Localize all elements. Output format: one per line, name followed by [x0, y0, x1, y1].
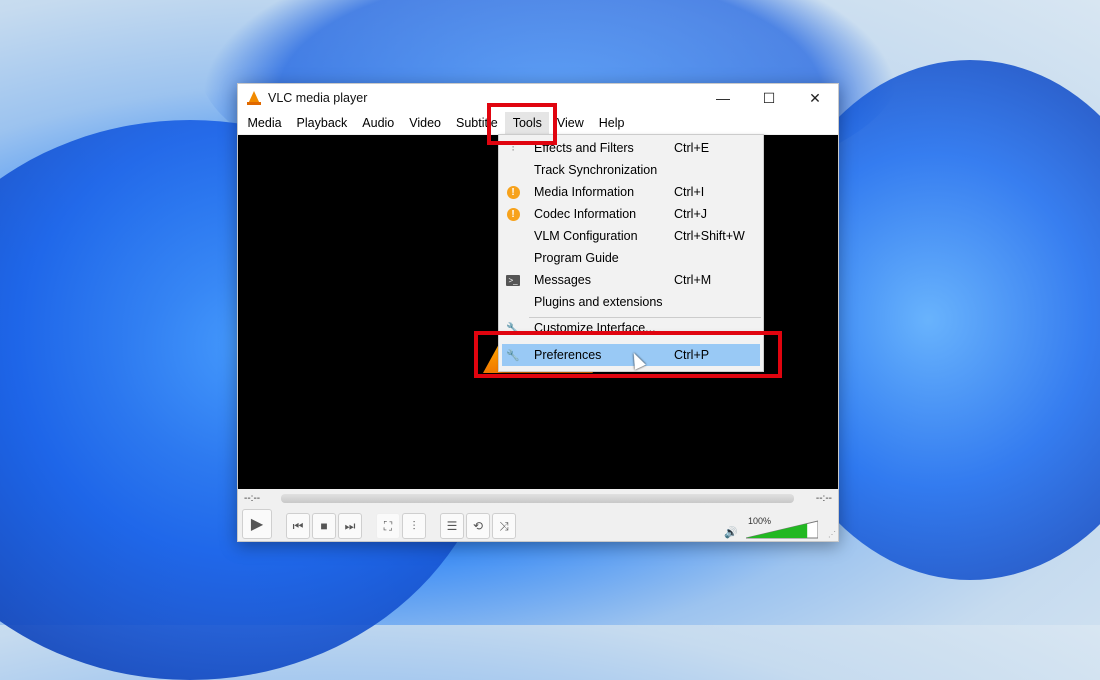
shuffle-button[interactable]: ⤨	[492, 513, 516, 539]
menu-help[interactable]: Help	[591, 112, 632, 134]
info-icon: !	[505, 206, 521, 222]
menu-separator	[529, 317, 761, 318]
extended-settings-button[interactable]: ⫶	[402, 513, 426, 539]
menu-item-messages[interactable]: >_ Messages Ctrl+M	[499, 269, 763, 291]
minimize-button[interactable]: —	[700, 84, 746, 112]
maximize-button[interactable]: ☐	[746, 84, 792, 112]
equalizer-icon: ⫶	[412, 518, 416, 533]
menu-item-vlm-configuration[interactable]: VLM Configuration Ctrl+Shift+W	[499, 225, 763, 247]
elapsed-time: --:--	[244, 493, 261, 504]
control-bar: --:-- --:-- ▶ ⏮ ■ ⏭ ⛶ ⫶ ☰ ⟲ ⤨ 🔊 100% ⋰	[238, 489, 838, 541]
playlist-button[interactable]: ☰	[440, 513, 464, 539]
close-button[interactable]: ✕	[792, 84, 838, 112]
speaker-icon[interactable]: 🔊	[724, 526, 738, 539]
resize-grip[interactable]: ⋰	[828, 530, 836, 539]
info-icon: !	[505, 184, 521, 200]
stop-icon: ■	[320, 519, 328, 533]
tools-highlight-box	[487, 103, 557, 145]
play-button[interactable]: ▶	[242, 509, 272, 539]
menu-item-plugins-and-extensions[interactable]: Plugins and extensions	[499, 291, 763, 313]
remaining-time: --:--	[815, 493, 832, 504]
menu-item-program-guide[interactable]: Program Guide	[499, 247, 763, 269]
previous-button[interactable]: ⏮	[286, 513, 310, 539]
menu-video[interactable]: Video	[402, 112, 449, 134]
menu-item-codec-information[interactable]: ! Codec Information Ctrl+J	[499, 203, 763, 225]
volume-slider[interactable]	[746, 519, 818, 539]
menu-media[interactable]: Media	[240, 112, 289, 134]
loop-icon: ⟲	[472, 519, 484, 533]
stop-button[interactable]: ■	[312, 513, 336, 539]
window-title: VLC media player	[268, 91, 368, 105]
vlc-cone-icon	[247, 91, 261, 105]
seek-slider[interactable]	[281, 494, 794, 503]
next-icon: ⏭	[344, 518, 356, 533]
shuffle-icon: ⤨	[499, 518, 509, 533]
menu-item-track-synchronization[interactable]: Track Synchronization	[499, 159, 763, 181]
next-button[interactable]: ⏭	[338, 513, 362, 539]
menu-item-media-information[interactable]: ! Media Information Ctrl+I	[499, 181, 763, 203]
loop-button[interactable]: ⟲	[466, 513, 490, 539]
menu-playback[interactable]: Playback	[289, 112, 355, 134]
fullscreen-button[interactable]: ⛶	[376, 513, 400, 539]
menu-audio[interactable]: Audio	[355, 112, 402, 134]
previous-icon: ⏮	[292, 518, 304, 533]
playlist-icon: ☰	[446, 519, 458, 533]
fullscreen-icon: ⛶	[383, 518, 393, 533]
play-icon: ▶	[250, 516, 264, 533]
terminal-icon: >_	[505, 272, 521, 288]
